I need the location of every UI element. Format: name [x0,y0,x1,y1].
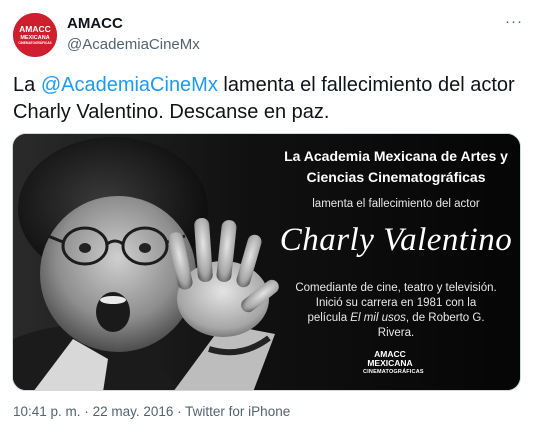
tweet-date[interactable]: 22 may. 2016 [93,404,174,419]
card-heading-line1: La Academia Mexicana de Artes y [284,148,508,164]
card-logo-line2: MEXICANA [367,358,413,368]
card-heading: La Academia Mexicana de Artes y Ciencias… [271,146,520,188]
card-bio-line3-after: , de Roberto G. [405,312,485,324]
user-handle[interactable]: @AcademiaCineMx [67,36,200,53]
card-bio-line2: Inició su carrera en 1981 con la [315,297,477,309]
card-bio-line4: Rivera. [377,327,415,339]
meta-separator: · [84,404,89,419]
card-bio-line3: película El mil usos, de Roberto G. [283,311,509,326]
meta-separator-2: · [177,404,182,419]
tweet-meta: 10:41 p. m. · 22 may. 2016 · Twitter for… [13,404,290,419]
card-logo: AMACC MEXICANA CINEMATOGRÁFICAS [363,350,424,377]
svg-text:CINEMATOGRÁFICAS: CINEMATOGRÁFICAS [18,40,51,45]
media-image[interactable]: La Academia Mexicana de Artes y Ciencias… [12,133,521,391]
tweet: AMACC MEXICANA CINEMATOGRÁFICAS AMACC @A… [0,0,541,432]
avatar[interactable]: AMACC MEXICANA CINEMATOGRÁFICAS [13,13,57,57]
card-bio-line3-before: película [307,312,351,324]
card-bio-film-title: El mil usos [350,312,406,324]
card-bio-line1: Comediante de cine, teatro y televisión. [295,282,497,294]
amacc-logo-icon: AMACC MEXICANA CINEMATOGRÁFICAS [13,13,57,57]
card-heading-line2: Ciencias Cinematográficas [306,169,486,185]
tweet-source[interactable]: Twitter for iPhone [185,404,290,419]
display-name[interactable]: AMACC [67,15,123,32]
tweet-text-before: La [13,74,41,96]
card-bio: Comediante de cine, teatro y televisión.… [283,281,509,341]
mention-link[interactable]: @AcademiaCineMx [41,74,218,96]
tweet-time[interactable]: 10:41 p. m. [13,404,81,419]
tweet-text: La @AcademiaCineMx lamenta el fallecimie… [13,72,528,126]
svg-text:AMACC: AMACC [19,24,51,34]
card-logo-line3: CINEMATOGRÁFICAS [363,369,424,375]
more-options-icon[interactable]: ··· [505,13,523,30]
card-actor-name: Charly Valentino [279,222,513,258]
card-subheading: lamenta el fallecimiento del actor [312,198,480,210]
